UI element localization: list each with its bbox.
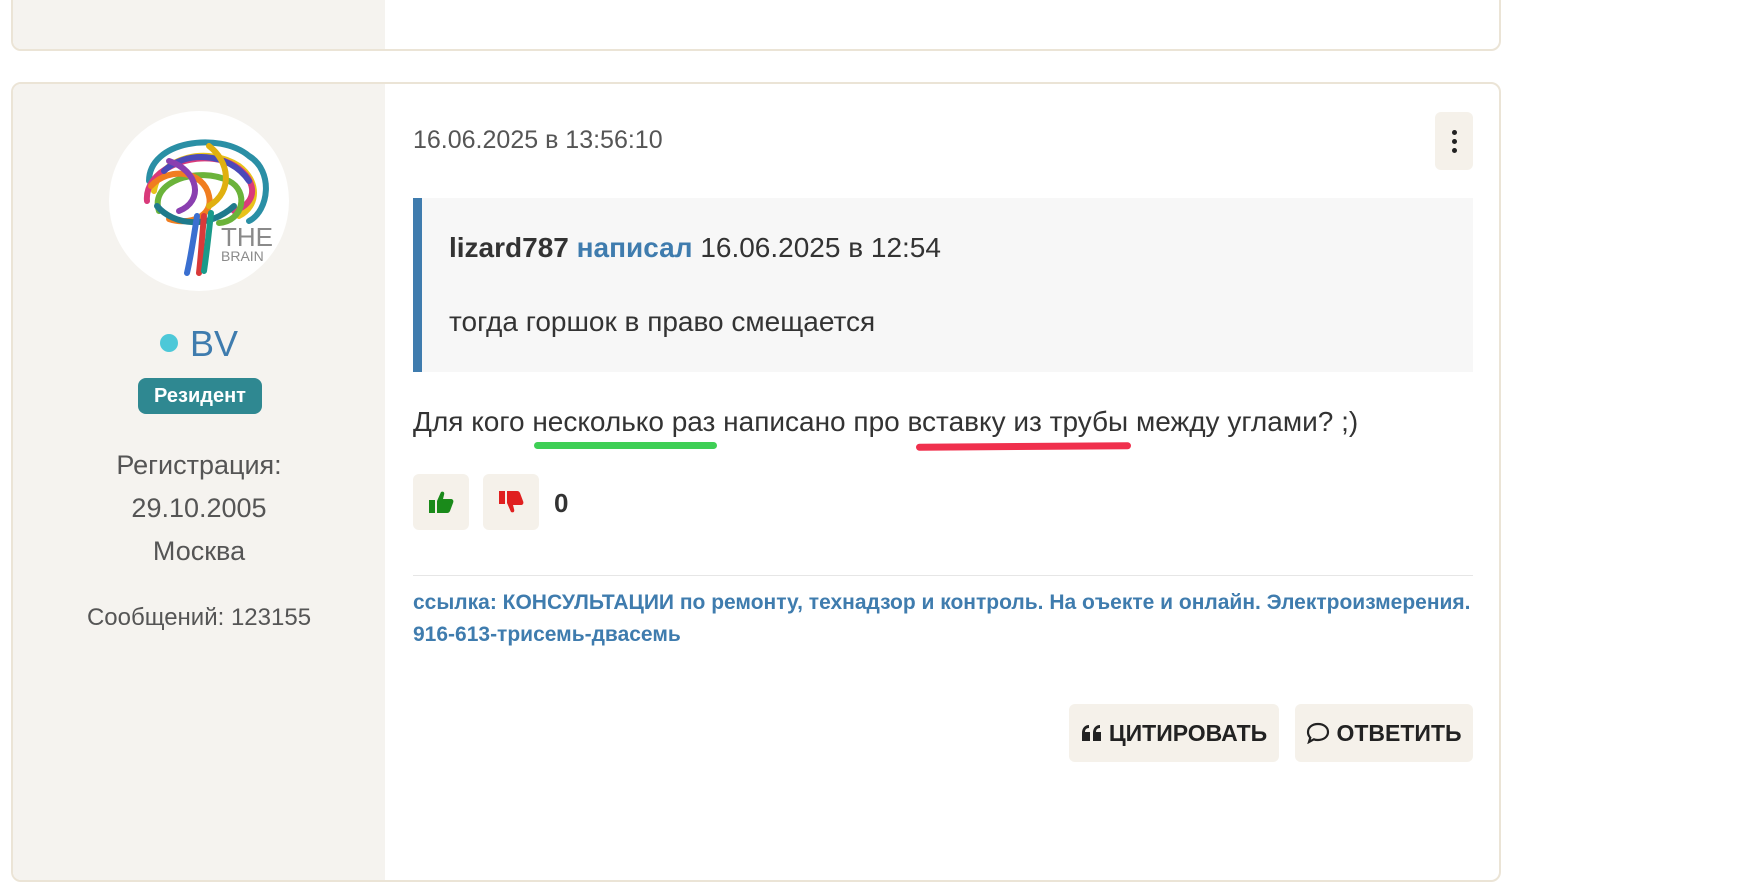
brain-avatar-image: THE BRAIN (143, 139, 273, 276)
post-message: Для кого несколько раз написано про вста… (413, 406, 1358, 438)
vote-score: 0 (554, 488, 569, 518)
quote-author[interactable]: lizard787 (449, 232, 569, 263)
dislike-button[interactable] (483, 474, 539, 530)
author-info: Регистрация: 29.10.2005 Москва (13, 444, 385, 573)
quote-icon (1081, 725, 1101, 741)
avatar-text-brain: BRAIN (221, 248, 264, 264)
comment-icon (1307, 722, 1330, 744)
kebab-menu-icon (1451, 129, 1457, 135)
registration-label: Регистрация: (116, 450, 282, 480)
message-highlight-green: несколько раз (532, 406, 716, 437)
author-city: Москва (152, 536, 246, 566)
message-part-2: написано про (715, 406, 908, 437)
online-status-icon (159, 334, 178, 353)
like-button[interactable] (413, 474, 469, 530)
quote-block: lizard787 написал 16.06.2025 в 12:54 тог… (413, 198, 1473, 372)
previous-post-card (11, 0, 1501, 51)
message-part-3: между углами? ;) (1128, 406, 1359, 437)
kebab-dot (1451, 138, 1457, 144)
quote-button-label: ЦИТИРОВАТЬ (1108, 719, 1268, 746)
author-name[interactable]: BV (190, 323, 238, 364)
message-count: Сообщений: 123155 (86, 604, 312, 631)
thumbs-down-icon (499, 491, 524, 513)
previous-post-sidebar (13, 0, 385, 49)
reply-button-label: ОТВЕТИТЬ (1336, 719, 1462, 746)
quote-header: lizard787 написал 16.06.2025 в 12:54 (449, 232, 941, 264)
rank-badge: Резидент (138, 378, 262, 414)
kebab-dot (1451, 147, 1457, 153)
quote-text: тогда горшок в право смещается (449, 306, 876, 337)
quote-wrote-link[interactable]: написал (577, 232, 693, 263)
message-part-1: Для кого (413, 406, 533, 437)
signature-link[interactable]: ссылка: КОНСУЛЬТАЦИИ по ремонту, технадз… (413, 587, 1473, 651)
author-sidebar: THE BRAIN BV Резидент Регистрация: 29.10… (13, 84, 385, 880)
quote-button[interactable]: ЦИТИРОВАТЬ (1069, 704, 1279, 762)
forum-post: THE BRAIN BV Резидент Регистрация: 29.10… (11, 82, 1501, 882)
post-date: 16.06.2025 в 13:56:10 (413, 126, 663, 154)
registration-date: 29.10.2005 (131, 493, 267, 523)
author-name-row: BV (13, 322, 385, 366)
thumbs-up-icon (429, 491, 454, 513)
signature-divider (413, 575, 1473, 576)
post-menu-button[interactable] (1435, 112, 1473, 170)
message-highlight-red: вставку из трубы (907, 406, 1129, 437)
quote-date: 16.06.2025 в 12:54 (700, 232, 941, 263)
avatar[interactable]: THE BRAIN (109, 111, 289, 291)
reply-button[interactable]: ОТВЕТИТЬ (1295, 704, 1473, 762)
